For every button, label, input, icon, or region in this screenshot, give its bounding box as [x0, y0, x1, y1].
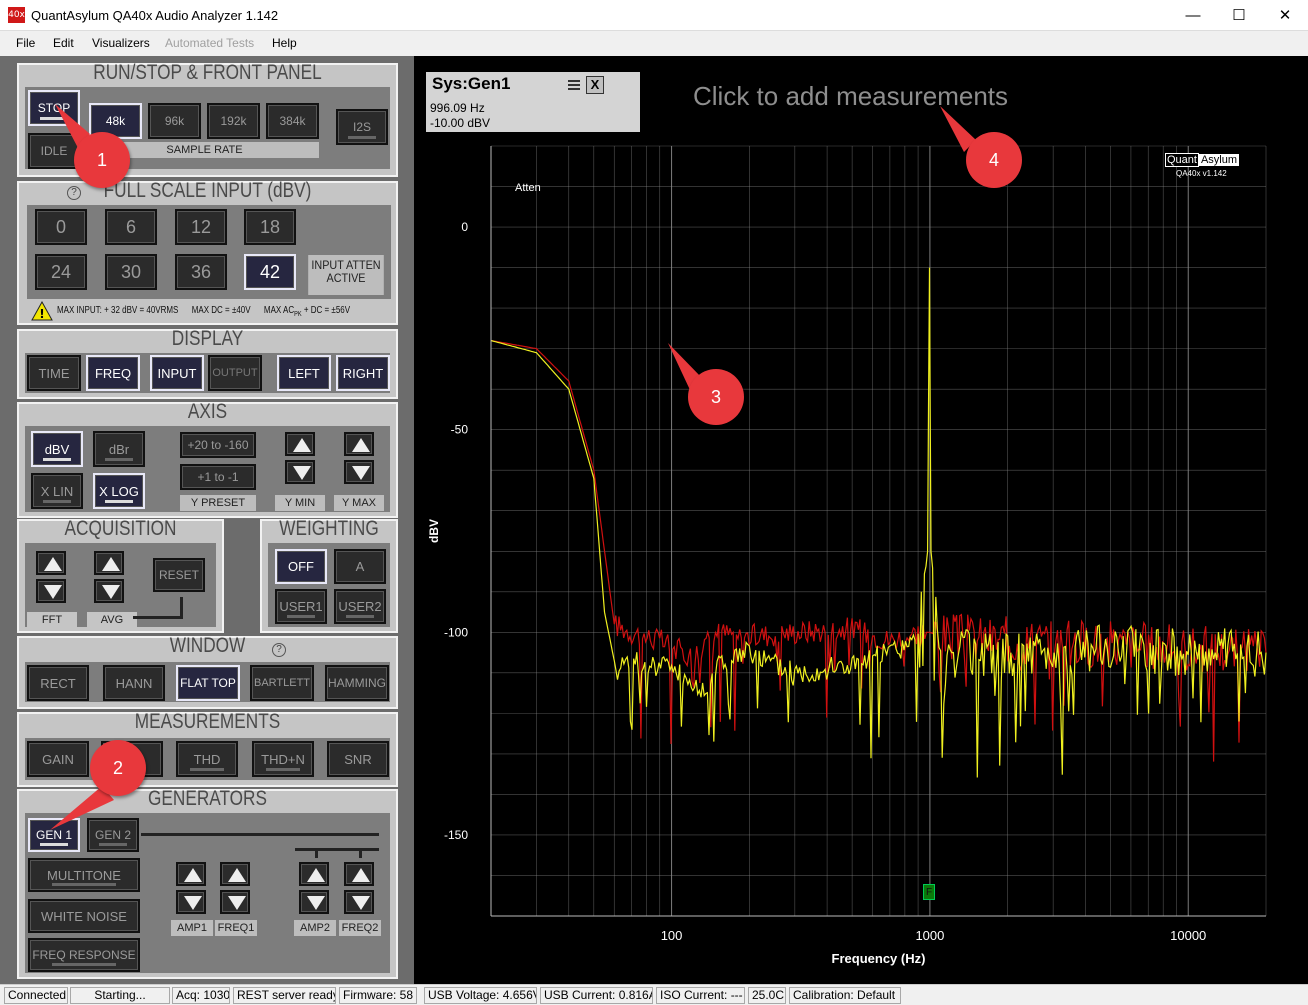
callout-3: 3 — [688, 369, 744, 425]
menu-bar: File Edit Visualizers Automated Tests He… — [0, 31, 1308, 56]
minimize-button[interactable]: — — [1170, 0, 1216, 31]
app-icon: 40x — [8, 7, 25, 23]
status-usb-current: USB Current: 0.816A — [540, 987, 653, 1004]
status-bar: Connected Starting... Acq: 1030 REST ser… — [0, 984, 1308, 1005]
status-usb-voltage: USB Voltage: 4.656V — [424, 987, 537, 1004]
status-iso-current: ISO Current: --- — [656, 987, 745, 1004]
menu-automated-tests[interactable]: Automated Tests — [165, 36, 254, 50]
status-rest: REST server ready — [233, 987, 336, 1004]
callout-4: 4 — [966, 132, 1022, 188]
status-calibration: Calibration: Default — [789, 987, 901, 1004]
status-temperature: 25.0C — [748, 987, 786, 1004]
control-panel: RUN/STOP & FRONT PANEL STOP IDLE 48k 96k… — [0, 56, 414, 984]
callout-2: 2 — [90, 740, 146, 796]
callout-pointers-graph — [668, 106, 976, 390]
status-starting: Starting... — [70, 987, 170, 1004]
status-firmware: Firmware: 58 — [339, 987, 417, 1004]
menu-visualizers[interactable]: Visualizers — [92, 36, 150, 50]
close-button[interactable]: ✕ — [1262, 0, 1308, 31]
title-bar: 40x QuantAsylum QA40x Audio Analyzer 1.1… — [0, 0, 1308, 31]
spectrum-graph[interactable]: Sys:Gen1 X 996.09 Hz -10.00 dBV Click to… — [414, 56, 1308, 984]
callout-1: 1 — [74, 132, 130, 188]
menu-file[interactable]: File — [16, 36, 35, 50]
status-connected: Connected — [4, 987, 68, 1004]
menu-help[interactable]: Help — [272, 36, 297, 50]
status-acq: Acq: 1030 — [172, 987, 230, 1004]
menu-edit[interactable]: Edit — [53, 36, 74, 50]
window-title: QuantAsylum QA40x Audio Analyzer 1.142 — [31, 8, 279, 23]
callout-pointers — [50, 104, 114, 830]
maximize-button[interactable]: ☐ — [1216, 0, 1262, 31]
